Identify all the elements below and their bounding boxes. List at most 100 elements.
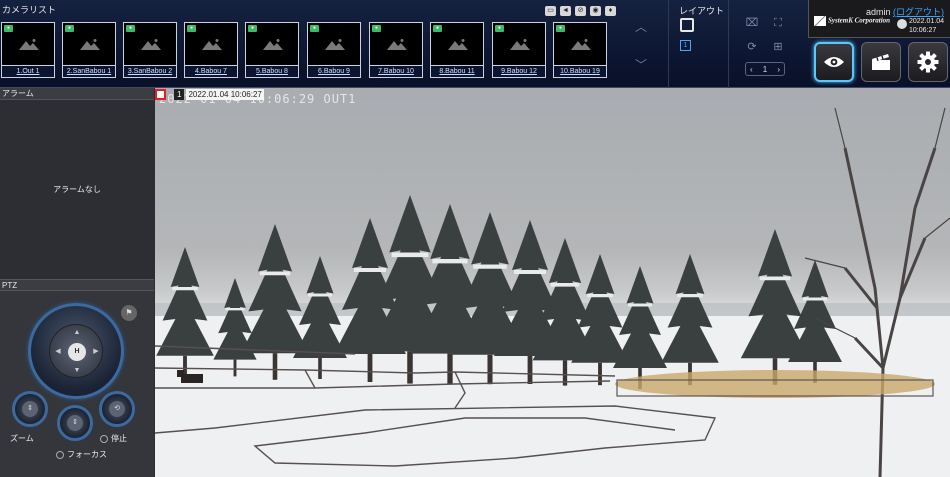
camera-thumb[interactable]: ● 3.SanBabou 2 <box>123 22 177 78</box>
clapperboard-icon <box>872 54 890 70</box>
camera-tag: 1 2022.01.04 10:06:27 <box>155 88 264 100</box>
chevron-up-icon[interactable]: ︿ <box>634 20 648 34</box>
image-placeholder-icon <box>80 39 100 50</box>
recording-icon: ● <box>4 25 13 32</box>
current-datetime: 2022.01.04 10:06:27 <box>909 17 944 35</box>
snow-scene-image <box>155 107 950 477</box>
target-icon[interactable]: ◉ <box>590 6 601 16</box>
camera-thumb-label[interactable]: 10.Babou 19 <box>553 66 607 78</box>
pan-left-icon[interactable]: ◀ <box>53 347 63 357</box>
image-placeholder-icon <box>202 39 222 50</box>
chevron-left-icon[interactable]: ‹ <box>750 65 753 74</box>
eye-icon <box>824 57 844 67</box>
pan-right-icon[interactable]: ▶ <box>91 347 101 357</box>
image-placeholder-icon <box>387 39 407 50</box>
recording-icon: ● <box>556 25 565 32</box>
company-mark-icon <box>814 16 826 26</box>
ptz-joystick[interactable]: ▲ ▼ ◀ ▶ H <box>28 303 124 399</box>
camera-thumb-label[interactable]: 1.Out 1 <box>1 66 55 78</box>
camera-number: 1 <box>174 88 185 100</box>
camera-list-toolbar: ▭ ◄ ⊘ ◉ ♦ <box>545 6 616 16</box>
camera-thumb[interactable]: ● 1.Out 1 <box>1 22 55 78</box>
ptz-panel: ▲ ▼ ◀ ▶ H ⚑ ⇕ ⇕ ⟲ ズーム 停止 フォーカス <box>0 291 154 477</box>
camera-thumb[interactable]: ● 9.Babou 12 <box>492 22 546 78</box>
stop-button[interactable]: 停止 <box>100 433 127 444</box>
top-bar: カメラリスト ▭ ◄ ⊘ ◉ ♦ ● 1.Out 1 ● 2.SanBabou … <box>0 0 950 88</box>
cancel-icon[interactable]: ⊘ <box>575 6 586 16</box>
camera-thumb-label[interactable]: 3.SanBabou 2 <box>123 66 177 78</box>
iris-control[interactable]: ⟲ <box>99 391 135 427</box>
camera-off-icon[interactable]: ⌧ <box>745 16 759 30</box>
layout-title: レイアウト <box>679 6 725 16</box>
image-placeholder-icon <box>510 39 530 50</box>
image-placeholder-icon <box>19 39 39 50</box>
zoom-control[interactable]: ⇕ <box>12 391 48 427</box>
clock-icon <box>897 19 907 29</box>
camera-thumb-label[interactable]: 5.Babou 8 <box>245 66 299 78</box>
live-video-view[interactable]: 2022-01-04 10:06:29 OUT1 1 2022.01.04 10… <box>155 88 950 477</box>
alarm-empty-message: アラームなし <box>53 185 101 194</box>
camera-thumb[interactable]: ● 2.SanBabou 1 <box>62 22 116 78</box>
refresh-icon[interactable]: ⟳ <box>745 40 759 54</box>
ptz-direction-pad[interactable]: ▲ ▼ ◀ ▶ H <box>49 324 103 378</box>
network-icon[interactable]: ⊞ <box>771 40 785 54</box>
focus-icon <box>56 450 64 459</box>
chevron-right-icon[interactable]: › <box>777 65 780 74</box>
layout-selected-indicator[interactable]: 1 <box>680 40 691 51</box>
user-info: admin (ログアウト) SystemK Corporation 2022.0… <box>808 0 950 38</box>
camera-thumb-label[interactable]: 6.Babou 9 <box>307 66 361 78</box>
pan-up-icon[interactable]: ▲ <box>72 328 82 338</box>
record-all-icon[interactable]: ▭ <box>545 6 556 16</box>
camera-thumb[interactable]: ● 7.Babou 10 <box>369 22 423 78</box>
settings-button[interactable] <box>908 42 948 82</box>
recording-icon: ● <box>495 25 504 32</box>
recording-icon: ● <box>187 25 196 32</box>
zoom-label: ズーム <box>10 434 34 443</box>
image-placeholder-icon <box>448 39 468 50</box>
view-tools-panel: ⌧ ⛶ ⟳ ⊞ ‹ 1 › <box>728 0 808 88</box>
layout-single-icon[interactable] <box>680 18 694 32</box>
logout-link[interactable]: (ログアウト) <box>893 7 944 17</box>
image-placeholder-icon <box>141 39 161 50</box>
camera-thumb[interactable]: ● 5.Babou 8 <box>245 22 299 78</box>
chevron-down-icon[interactable]: ﹀ <box>634 58 648 72</box>
zoom-knob-icon: ⇕ <box>22 401 38 417</box>
camera-list-title: カメラリスト <box>2 5 57 15</box>
pan-down-icon[interactable]: ▼ <box>72 366 82 376</box>
camera-thumb[interactable]: ● 10.Babou 19 <box>553 22 607 78</box>
company-name: SystemK Corporation <box>828 16 891 25</box>
video-timestamp: 2022.01.04 10:06:27 <box>186 88 264 100</box>
camera-thumb-label[interactable]: 4.Babou 7 <box>184 66 238 78</box>
ptz-home-button[interactable]: H <box>68 343 86 361</box>
stop-label: 停止 <box>111 434 127 443</box>
alarm-panel-header: アラーム <box>0 88 154 100</box>
image-placeholder-icon <box>571 39 591 50</box>
fullscreen-icon[interactable]: ⛶ <box>771 16 785 30</box>
camera-thumb[interactable]: ● 8.Babou 11 <box>430 22 484 78</box>
recording-icon: ● <box>310 25 319 32</box>
playback-button[interactable] <box>861 42 901 82</box>
camera-thumbnail-row: ● 1.Out 1 ● 2.SanBabou 1 ● 3.SanBabou 2 … <box>0 20 615 78</box>
recording-icon: ● <box>65 25 74 32</box>
live-view-button[interactable] <box>814 42 854 82</box>
image-placeholder-icon <box>263 39 283 50</box>
recording-icon: ● <box>433 25 442 32</box>
stop-icon <box>100 434 108 443</box>
current-date: 2022.01.04 <box>909 18 945 25</box>
preset-flag-icon[interactable]: ⚑ <box>121 305 137 321</box>
current-time: 10:06:27 <box>909 27 937 34</box>
camera-thumb-label[interactable]: 9.Babou 12 <box>492 66 546 78</box>
mute-icon[interactable]: ◄ <box>560 6 571 16</box>
camera-thumb-label[interactable]: 7.Babou 10 <box>369 66 423 78</box>
camera-thumb[interactable]: ● 4.Babou 7 <box>184 22 238 78</box>
focus-button[interactable]: フォーカス <box>56 449 107 460</box>
light-icon[interactable]: ♦ <box>605 6 616 16</box>
ptz-panel-header: PTZ <box>0 279 154 291</box>
iris-knob-icon: ⟲ <box>109 401 125 417</box>
camera-thumb-label[interactable]: 2.SanBabou 1 <box>62 66 116 78</box>
camera-thumb[interactable]: ● 6.Babou 9 <box>307 22 361 78</box>
camera-thumb-label[interactable]: 8.Babou 11 <box>430 66 484 78</box>
focus-control[interactable]: ⇕ <box>57 405 93 441</box>
alarm-panel: アラームなし <box>0 100 154 279</box>
page-number: 1 <box>762 64 768 74</box>
